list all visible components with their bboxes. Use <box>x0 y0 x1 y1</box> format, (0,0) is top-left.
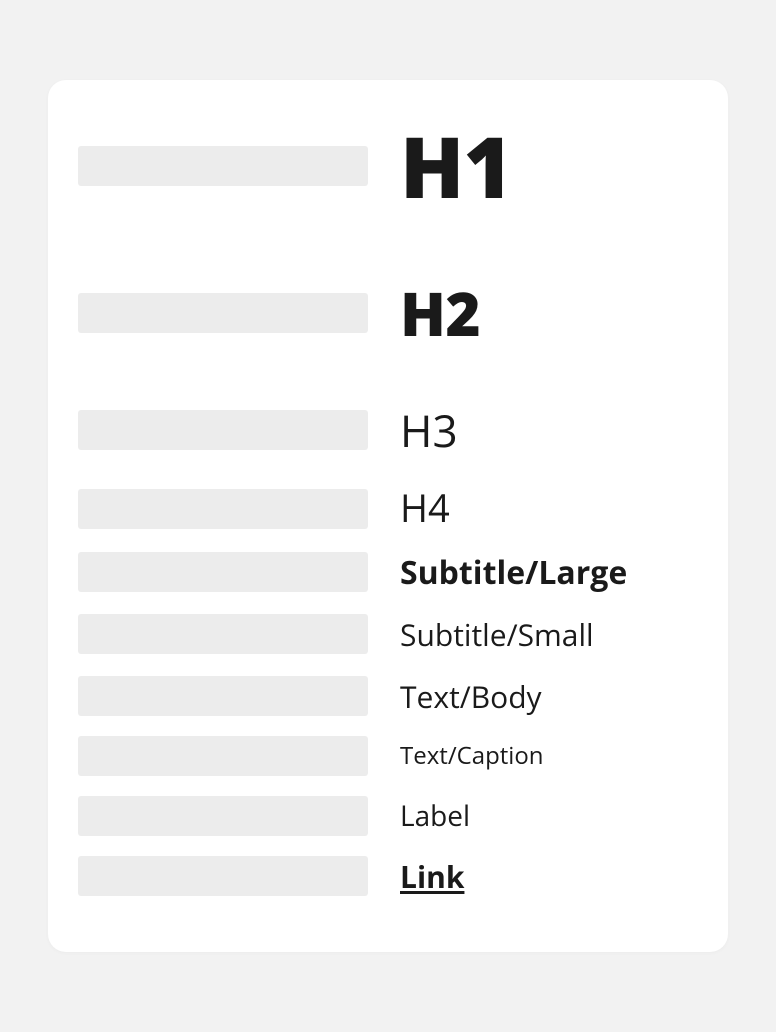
type-label-label: Label <box>400 801 698 832</box>
swatch <box>78 489 368 529</box>
type-label-link[interactable]: Link <box>400 860 698 893</box>
type-row-text-body: Text/Body <box>78 676 698 716</box>
swatch <box>78 146 368 186</box>
type-row-h2: H2 <box>78 280 698 346</box>
swatch <box>78 736 368 776</box>
type-row-h1: H1 <box>78 120 698 212</box>
type-label-h4: H4 <box>400 488 698 530</box>
typography-card: H1 H2 H3 H4 Subtitle/Large Subtitle/Smal… <box>48 80 728 953</box>
type-label-subtitle-large: Subtitle/Large <box>400 555 698 590</box>
type-label-text-caption: Text/Caption <box>400 743 698 769</box>
type-row-text-caption: Text/Caption <box>78 736 698 776</box>
swatch <box>78 676 368 716</box>
swatch <box>78 856 368 896</box>
type-row-subtitle-small: Subtitle/Small <box>78 614 698 654</box>
type-row-subtitle-large: Subtitle/Large <box>78 552 698 592</box>
type-row-h4: H4 <box>78 488 698 530</box>
type-label-subtitle-small: Subtitle/Small <box>400 618 698 651</box>
type-label-h1: H1 <box>400 120 698 212</box>
swatch <box>78 796 368 836</box>
type-label-h2: H2 <box>400 280 698 346</box>
swatch <box>78 410 368 450</box>
type-label-text-body: Text/Body <box>400 680 698 713</box>
swatch <box>78 614 368 654</box>
type-label-h3: H3 <box>400 406 698 454</box>
type-row-label: Label <box>78 796 698 836</box>
type-row-link: Link <box>78 856 698 896</box>
type-row-h3: H3 <box>78 406 698 454</box>
swatch <box>78 552 368 592</box>
swatch <box>78 293 368 333</box>
